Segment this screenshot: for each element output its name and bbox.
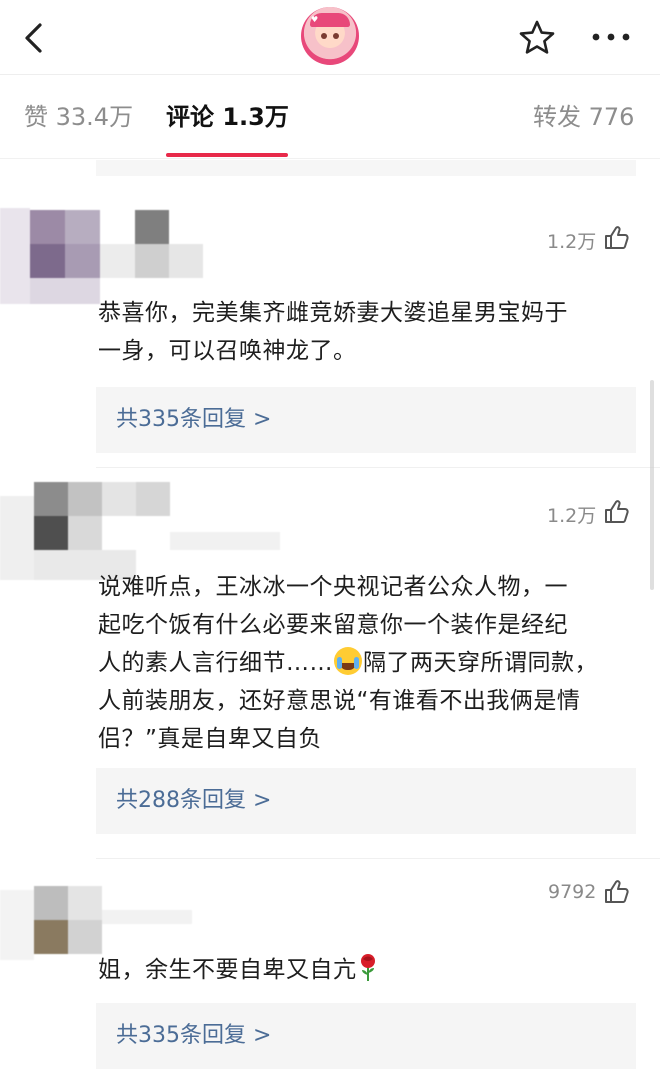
- comment-line: 恭喜你，完美集齐雌竞娇妻大婆追星男宝妈于: [98, 300, 568, 326]
- comment-line: 人的素人言行细节…… 隔了两天穿所谓同款，: [98, 644, 638, 682]
- thumbs-up-icon[interactable]: [603, 498, 631, 526]
- replies-count-label: 共335条回复 >: [116, 1023, 272, 1048]
- comment-like-count: 1.2万: [547, 505, 597, 527]
- comment-divider: [96, 858, 660, 859]
- thumbs-up-icon[interactable]: [603, 224, 631, 252]
- back-chevron-icon[interactable]: [20, 22, 50, 54]
- comment-line: 一身，可以召唤神龙了。: [98, 338, 357, 364]
- star-icon[interactable]: [517, 18, 557, 58]
- tab-comments[interactable]: 评论 1.3万: [166, 100, 289, 134]
- comment-line: 人前装朋友，还好意思说“有谁看不出我俩是情: [98, 688, 581, 714]
- view-replies-button[interactable]: 共288条回复 >: [96, 768, 636, 834]
- comment-divider: [96, 467, 660, 468]
- comment-line: 说难听点，王冰冰一个央视记者公众人物，一: [98, 574, 568, 600]
- comment-like-count: 1.2万: [547, 231, 597, 253]
- previous-reply-box-edge: [96, 160, 636, 176]
- crying-emoji-icon: [334, 647, 362, 675]
- comment-line: 侣？”真是自卑又自负: [98, 726, 322, 752]
- tab-likes[interactable]: 赞 33.4万: [24, 100, 133, 134]
- thumbs-up-icon[interactable]: [603, 878, 631, 906]
- scrollbar[interactable]: [650, 380, 654, 590]
- tab-reposts[interactable]: 转发 776: [533, 100, 634, 134]
- comment-line: 起吃个饭有什么必要来留意你一个装作是经纪: [98, 612, 568, 638]
- author-avatar[interactable]: ♥: [301, 7, 359, 65]
- active-tab-indicator: [166, 153, 288, 157]
- comment-like-count: 9792: [548, 881, 597, 903]
- replies-count-label: 共335条回复 >: [116, 407, 272, 432]
- comment-text: 说难听点，王冰冰一个央视记者公众人物，一 起吃个饭有什么必要来留意你一个装作是经…: [98, 568, 638, 758]
- header-divider: [0, 74, 660, 75]
- view-replies-button[interactable]: 共335条回复 >: [96, 387, 636, 453]
- more-options-icon[interactable]: [590, 24, 632, 50]
- replies-count-label: 共288条回复 >: [116, 788, 272, 813]
- view-replies-button[interactable]: 共335条回复 >: [96, 1003, 636, 1069]
- tabs-divider: [0, 158, 660, 159]
- comment-text: 恭喜你，完美集齐雌竞娇妻大婆追星男宝妈于 一身，可以召唤神龙了。: [98, 294, 638, 370]
- comment-line: 姐，余生不要自卑又自亢: [98, 951, 638, 989]
- comment-text: 姐，余生不要自卑又自亢: [98, 951, 638, 989]
- rose-emoji-icon: [360, 954, 375, 981]
